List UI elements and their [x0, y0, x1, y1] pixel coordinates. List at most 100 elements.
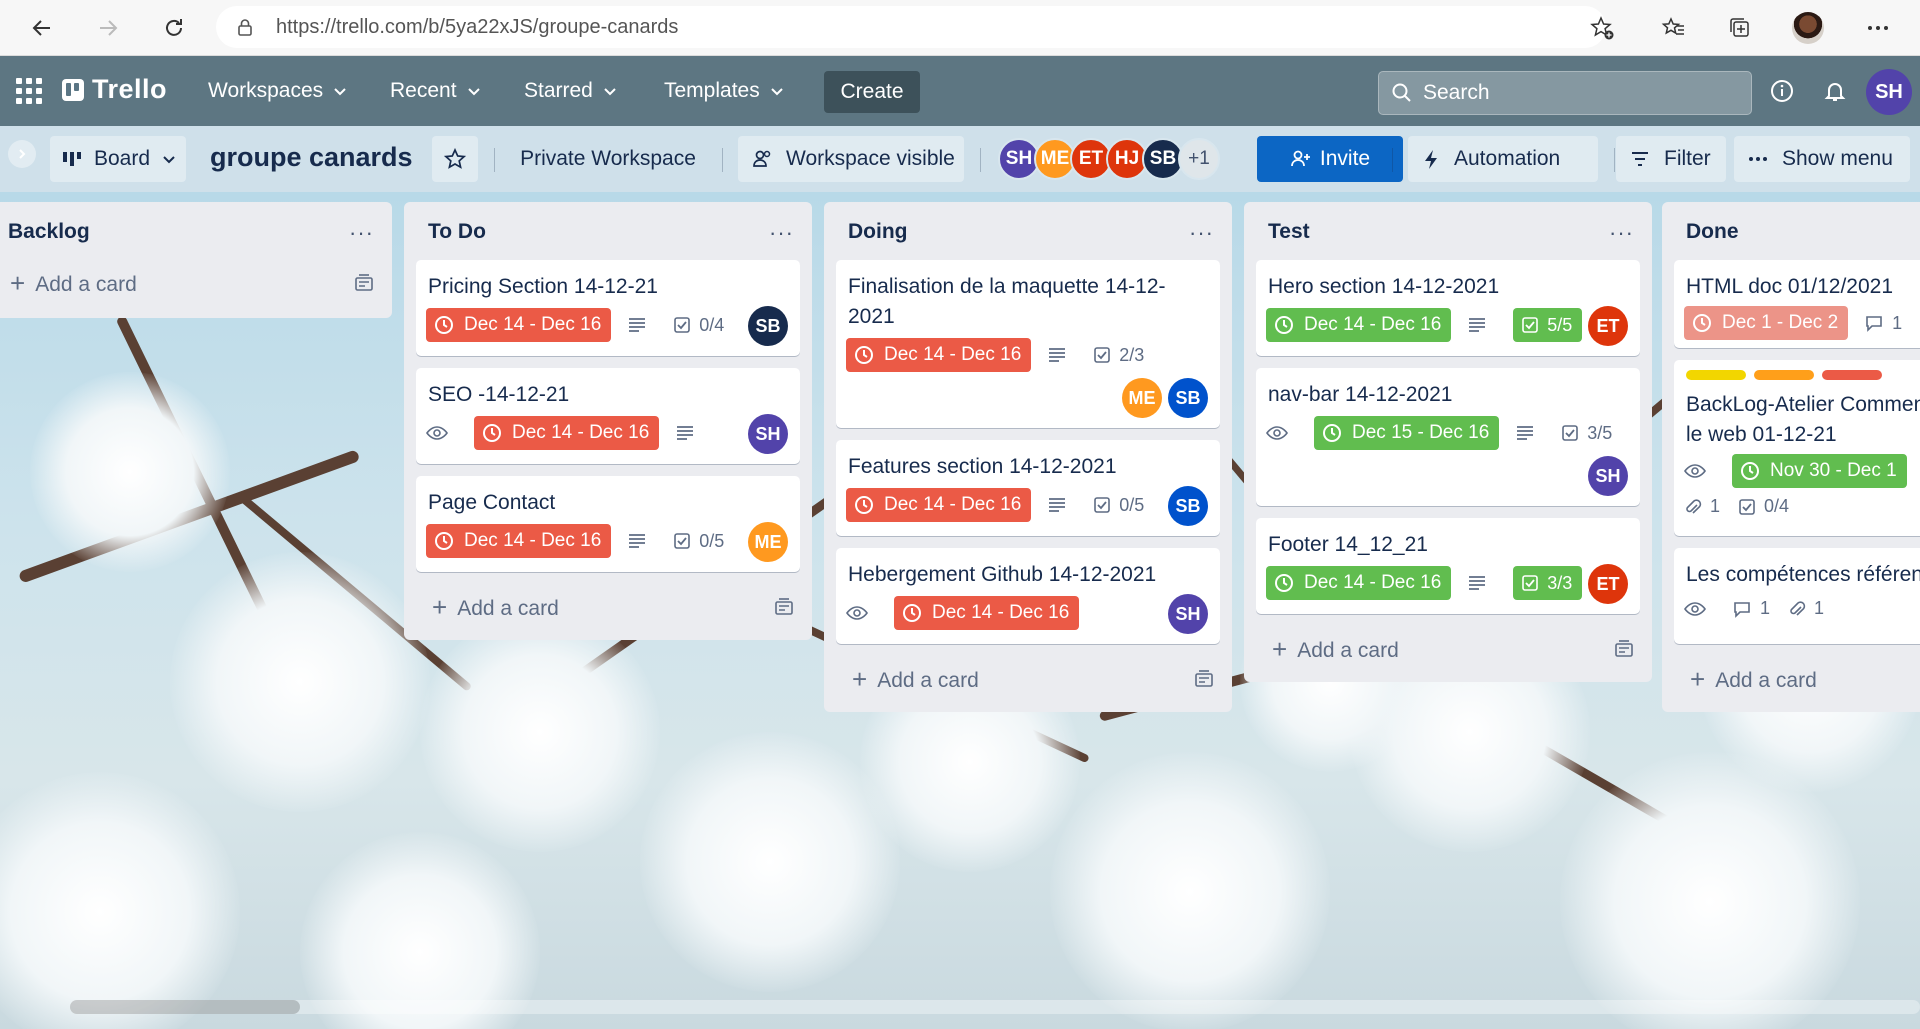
- refresh-icon[interactable]: [156, 10, 192, 46]
- search-input[interactable]: [1423, 81, 1723, 105]
- list-menu-icon[interactable]: ···: [769, 220, 794, 246]
- card[interactable]: Finalisation de la maquette 14-12-2021 D…: [836, 260, 1220, 428]
- address-bar[interactable]: https://trello.com/b/5ya22xJS/groupe-can…: [216, 6, 1606, 48]
- due-date-badge[interactable]: Dec 14 - Dec 16: [1266, 308, 1452, 342]
- filter-label: Filter: [1664, 147, 1711, 170]
- card[interactable]: Les compétences référent 1 1: [1674, 548, 1920, 644]
- info-icon[interactable]: [1767, 76, 1797, 106]
- more-options-icon[interactable]: [1860, 10, 1896, 46]
- automation-button[interactable]: Automation: [1408, 136, 1598, 182]
- card[interactable]: Pricing Section 14-12-21 Dec 14 - Dec 16…: [416, 260, 800, 356]
- add-card-button[interactable]: + Add a card: [432, 592, 559, 623]
- collections-icon[interactable]: [1722, 10, 1758, 46]
- due-date-badge[interactable]: Dec 14 - Dec 16: [474, 416, 660, 450]
- card-member-avatar[interactable]: ME: [1122, 378, 1162, 418]
- card-template-icon[interactable]: [1614, 640, 1634, 658]
- app-switcher-icon[interactable]: [16, 78, 42, 104]
- list-title[interactable]: Test: [1268, 220, 1310, 244]
- notifications-bell-icon[interactable]: [1820, 76, 1850, 106]
- due-date-badge[interactable]: Nov 30 - Dec 1: [1732, 454, 1907, 488]
- card[interactable]: Hero section 14-12-2021 Dec 14 - Dec 16 …: [1256, 260, 1640, 356]
- card[interactable]: nav-bar 14-12-2021 Dec 15 - Dec 16 3/5 S…: [1256, 368, 1640, 506]
- workspaces-menu[interactable]: Workspaces: [208, 74, 347, 108]
- card-member-avatar[interactable]: SB: [1168, 486, 1208, 526]
- board-view-switcher[interactable]: Board: [50, 136, 186, 182]
- label-orange[interactable]: [1754, 370, 1814, 380]
- add-card-button[interactable]: + Add a card: [852, 664, 979, 695]
- board-title[interactable]: groupe canards: [210, 142, 413, 173]
- card[interactable]: Hebergement Github 14-12-2021 Dec 14 - D…: [836, 548, 1220, 644]
- invite-button[interactable]: Invite: [1257, 136, 1403, 182]
- due-date-badge[interactable]: Dec 1 - Dec 2: [1684, 306, 1849, 340]
- search-bar[interactable]: [1378, 71, 1752, 115]
- list-menu-icon[interactable]: ···: [1189, 220, 1214, 246]
- scrollbar-thumb[interactable]: [70, 1000, 300, 1014]
- board-horizontal-scrollbar[interactable]: [70, 1000, 1920, 1014]
- card[interactable]: Page Contact Dec 14 - Dec 16 0/5 ME: [416, 476, 800, 572]
- trello-logo[interactable]: Trello: [62, 74, 167, 105]
- user-avatar[interactable]: SH: [1866, 69, 1912, 115]
- card-member-avatar[interactable]: SB: [1168, 378, 1208, 418]
- add-favorite-icon[interactable]: [1584, 10, 1620, 46]
- show-menu-button[interactable]: Show menu: [1734, 136, 1910, 182]
- card-member-avatar[interactable]: SH: [1588, 456, 1628, 496]
- card[interactable]: BackLog-Atelier Comment le web 01-12-21 …: [1674, 360, 1920, 536]
- url-text[interactable]: https://trello.com/b/5ya22xJS/groupe-can…: [276, 16, 678, 39]
- list-menu-icon[interactable]: ···: [1609, 220, 1634, 246]
- card-member-avatar[interactable]: SH: [748, 414, 788, 454]
- add-card-button[interactable]: + Add a card: [10, 268, 137, 299]
- browser-profile-avatar[interactable]: [1792, 12, 1824, 44]
- workspace-button[interactable]: Private Workspace: [508, 136, 708, 182]
- filter-button[interactable]: Filter: [1616, 136, 1726, 182]
- watching-eye-icon: [1684, 463, 1714, 479]
- card[interactable]: Footer 14_12_21 Dec 14 - Dec 16 3/3 ET: [1256, 518, 1640, 614]
- card[interactable]: Features section 14-12-2021 Dec 14 - Dec…: [836, 440, 1220, 536]
- checklist-complete-badge: 3/3: [1513, 566, 1583, 600]
- clock-icon: [483, 424, 501, 442]
- list-title[interactable]: To Do: [428, 220, 486, 244]
- due-date-badge[interactable]: Dec 14 - Dec 16: [1266, 566, 1452, 600]
- card[interactable]: HTML doc 01/12/2021 Dec 1 - Dec 2 1: [1674, 260, 1920, 348]
- list-menu-icon[interactable]: ···: [349, 220, 374, 246]
- card-template-icon[interactable]: [1194, 670, 1214, 688]
- card-member-avatar[interactable]: ET: [1588, 564, 1628, 604]
- due-date-badge[interactable]: Dec 14 - Dec 16: [894, 596, 1080, 630]
- label-red[interactable]: [1822, 370, 1882, 380]
- sidebar-expand-button[interactable]: [8, 140, 36, 168]
- forward-icon[interactable]: [90, 10, 126, 46]
- trello-header: Trello Workspaces Recent Starred Templat…: [0, 56, 1920, 126]
- list-title[interactable]: Doing: [848, 220, 907, 244]
- card[interactable]: SEO -14-12-21 Dec 14 - Dec 16 SH: [416, 368, 800, 464]
- add-card-button[interactable]: + Add a card: [1690, 664, 1817, 695]
- card-template-icon[interactable]: [774, 598, 794, 616]
- recent-menu[interactable]: Recent: [390, 74, 481, 108]
- list-title[interactable]: Backlog: [8, 220, 90, 244]
- card-labels[interactable]: [1686, 370, 1890, 380]
- board-members[interactable]: SH ME ET HJ SB +1: [998, 138, 1220, 182]
- label-yellow[interactable]: [1686, 370, 1746, 380]
- starred-menu[interactable]: Starred: [524, 74, 617, 108]
- create-button[interactable]: Create: [824, 71, 920, 113]
- due-date-badge[interactable]: Dec 15 - Dec 16: [1314, 416, 1500, 450]
- templates-menu[interactable]: Templates: [664, 74, 784, 108]
- templates-label: Templates: [664, 79, 760, 102]
- due-date-badge[interactable]: Dec 14 - Dec 16: [426, 524, 612, 558]
- favorites-icon[interactable]: [1656, 10, 1692, 46]
- plus-icon: +: [432, 592, 448, 622]
- due-date-badge[interactable]: Dec 14 - Dec 16: [846, 488, 1032, 522]
- due-date-badge[interactable]: Dec 14 - Dec 16: [426, 308, 612, 342]
- card-template-icon[interactable]: [354, 274, 374, 292]
- card-member-avatar[interactable]: ME: [748, 522, 788, 562]
- checkbox-icon: [1739, 498, 1755, 515]
- card-member-avatar[interactable]: SH: [1168, 594, 1208, 634]
- back-icon[interactable]: [24, 10, 60, 46]
- add-card-button[interactable]: + Add a card: [1272, 634, 1399, 665]
- list-title[interactable]: Done: [1686, 220, 1739, 244]
- card-member-avatar[interactable]: SB: [748, 306, 788, 346]
- card-member-avatar[interactable]: ET: [1588, 306, 1628, 346]
- visibility-button[interactable]: Workspace visible: [738, 136, 964, 182]
- more-members-count[interactable]: +1: [1178, 138, 1220, 180]
- due-date-badge[interactable]: Dec 14 - Dec 16: [846, 338, 1032, 372]
- description-icon: [627, 317, 655, 333]
- star-board-button[interactable]: [432, 136, 478, 182]
